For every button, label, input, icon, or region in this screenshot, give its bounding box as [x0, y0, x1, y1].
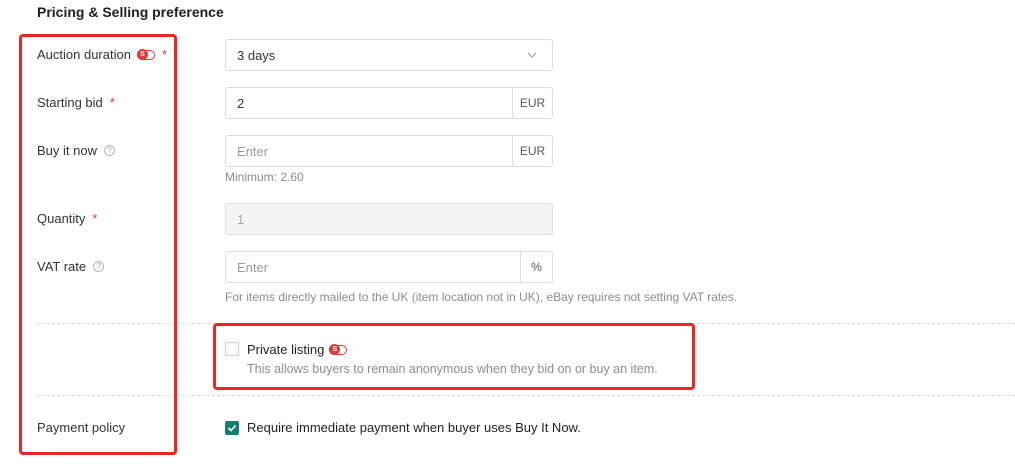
currency-suffix: EUR [512, 136, 552, 166]
vat-rate-hint: For items directly mailed to the UK (ite… [225, 290, 738, 304]
store-badge-icon: S [136, 49, 155, 60]
auction-duration-label: Auction duration S * [37, 47, 167, 62]
payment-policy-checkbox[interactable] [225, 421, 239, 435]
buy-it-now-hint: Minimum: 2.60 [225, 170, 304, 184]
auction-duration-label-text: Auction duration [37, 47, 131, 62]
divider [37, 395, 1015, 396]
vat-rate-placeholder: Enter [237, 259, 269, 275]
starting-bid-label: Starting bid * [37, 95, 115, 110]
quantity-label: Quantity * [37, 211, 97, 226]
starting-bid-label-text: Starting bid [37, 95, 103, 110]
currency-suffix: EUR [512, 88, 552, 118]
payment-policy-label-text: Payment policy [37, 420, 126, 435]
private-listing-label: Private listing S [247, 342, 348, 357]
quantity-input: 1 [225, 203, 553, 235]
starting-bid-value: 2 [237, 95, 245, 111]
check-icon [227, 424, 237, 432]
help-icon[interactable]: ? [103, 145, 115, 156]
section-title: Pricing & Selling preference [37, 4, 224, 20]
vat-rate-label: VAT rate ? [37, 259, 105, 274]
buy-it-now-label-text: Buy it now [37, 143, 97, 158]
private-listing-description: This allows buyers to remain anonymous w… [247, 362, 658, 376]
private-listing-checkbox[interactable] [225, 342, 239, 356]
required-marker: * [161, 47, 168, 62]
percent-suffix: % [520, 252, 552, 282]
required-marker: * [92, 211, 98, 226]
payment-policy-label: Payment policy [37, 420, 125, 435]
vat-rate-label-text: VAT rate [37, 259, 87, 274]
quantity-value: 1 [237, 211, 245, 227]
store-badge-icon: S [329, 344, 348, 355]
buy-it-now-label: Buy it now ? [37, 143, 115, 158]
payment-policy-option: Require immediate payment when buyer use… [247, 420, 581, 435]
required-marker: * [109, 95, 115, 110]
chevron-down-icon [512, 40, 552, 70]
help-icon[interactable]: ? [93, 261, 105, 272]
quantity-label-text: Quantity [37, 211, 86, 226]
buy-it-now-placeholder: Enter [237, 143, 269, 159]
divider [37, 323, 1015, 324]
auction-duration-select[interactable]: 3 days [225, 39, 553, 71]
buy-it-now-input[interactable]: Enter EUR [225, 135, 553, 167]
vat-rate-input[interactable]: Enter % [225, 251, 553, 283]
private-listing-label-text: Private listing [247, 342, 325, 357]
auction-duration-value: 3 days [237, 47, 276, 63]
starting-bid-input[interactable]: 2 EUR [225, 87, 553, 119]
